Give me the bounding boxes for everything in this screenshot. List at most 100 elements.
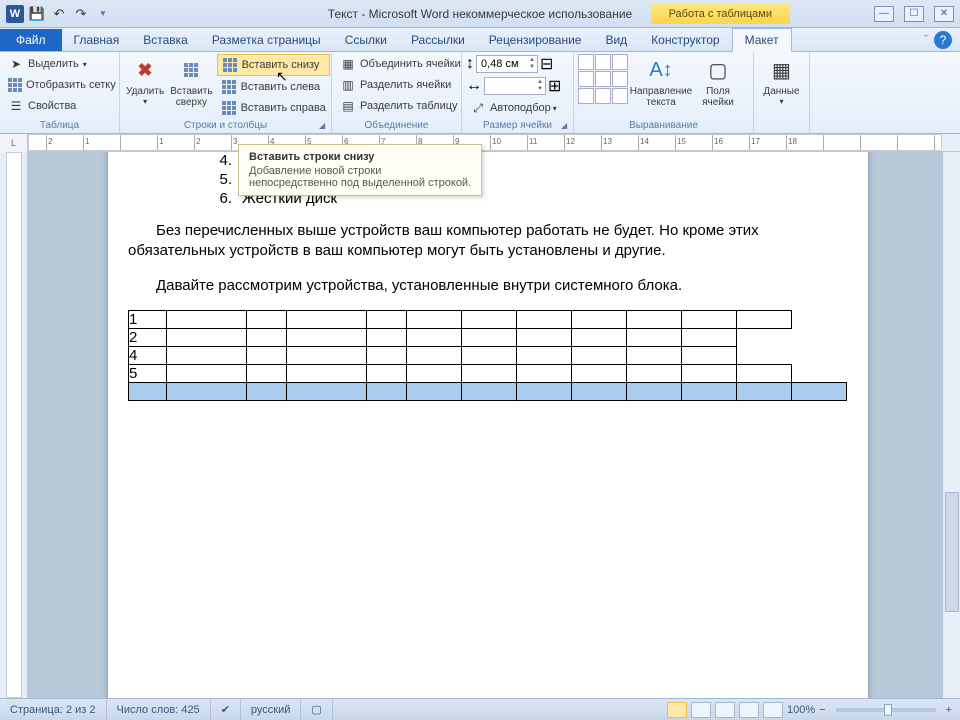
tab-references[interactable]: Ссылки [333,29,399,51]
table-row[interactable]: 1 [129,310,847,328]
insert-left-button[interactable]: Вставить слева [217,77,330,97]
status-word-count[interactable]: Число слов: 425 [107,699,211,720]
macro-record-icon: ▢ [311,703,321,716]
delete-button[interactable]: ✖Удалить▾ [124,54,166,108]
tab-view[interactable]: Вид [593,29,639,51]
redo-icon[interactable]: ↷ [72,5,90,23]
insert-above-button[interactable]: Вставить сверху [168,54,214,110]
insert-below-icon [222,57,238,73]
text-direction-icon: A↕ [645,56,677,84]
tab-page-layout[interactable]: Разметка страницы [200,29,333,51]
status-language[interactable]: русский [241,699,301,720]
maximize-button[interactable]: ☐ [904,6,924,22]
status-macro[interactable]: ▢ [301,699,332,720]
group-label-data [758,118,805,133]
undo-icon[interactable]: ↶ [50,5,68,23]
zoom-out-button[interactable]: − [819,704,825,716]
vertical-scrollbar[interactable] [942,152,960,698]
properties-icon: ☰ [8,98,24,114]
merge-cells-button[interactable]: ▦Объединить ячейки [336,54,465,74]
scrollbar-thumb[interactable] [945,492,959,612]
merge-icon: ▦ [340,56,356,72]
ribbon: ➤Выделить▾ Отобразить сетку ☰Свойства Та… [0,52,960,134]
vertical-ruler[interactable] [0,152,28,698]
qat-dropdown-icon[interactable]: ▼ [94,5,112,23]
group-label-rowscols: Строки и столбцы [124,118,327,133]
select-button[interactable]: ➤Выделить▾ [4,54,115,74]
group-label-table: Таблица [4,118,115,133]
paragraph-2: Давайте рассмотрим устройства, установле… [128,276,848,296]
data-button[interactable]: ▦Данные▾ [758,54,805,108]
zoom-level[interactable]: 100% [787,704,815,716]
table-row[interactable]: 5 [129,364,847,382]
tab-home[interactable]: Главная [62,29,132,51]
group-table: ➤Выделить▾ Отобразить сетку ☰Свойства Та… [0,52,120,133]
group-alignment: A↕Направление текста ▢Поля ячейки Выравн… [574,52,754,133]
ribbon-tab-bar: Файл Главная Вставка Разметка страницы С… [0,28,960,52]
insert-above-icon [175,56,207,84]
data-icon: ▦ [766,56,798,84]
minimize-button[interactable]: — [874,6,894,22]
zoom-in-button[interactable]: + [946,704,952,716]
insert-right-button[interactable]: Вставить справа [217,98,330,118]
grid-icon [8,77,22,93]
view-gridlines-button[interactable]: Отобразить сетку [4,75,115,95]
horizontal-ruler[interactable]: 121123456789101112131415161718 [28,134,942,151]
split-cells-icon: ▥ [340,77,356,93]
split-table-button[interactable]: ▤Разделить таблицу [336,96,465,116]
tab-design[interactable]: Конструктор [639,29,731,51]
tab-review[interactable]: Рецензирование [477,29,594,51]
autofit-icon: ⤢ [470,100,486,116]
col-width-input[interactable]: ▲▼ [484,77,546,95]
tab-mailings[interactable]: Рассылки [399,29,477,51]
insert-left-icon [221,79,237,95]
tab-layout[interactable]: Макет [732,28,792,52]
table-row[interactable]: 2 [129,328,847,346]
view-full-screen[interactable] [691,702,711,718]
table-row[interactable]: 4 [129,346,847,364]
status-page[interactable]: Страница: 2 из 2 [0,699,107,720]
view-draft[interactable] [763,702,783,718]
distribute-cols-icon[interactable]: ⊞ [548,76,561,96]
tab-file[interactable]: Файл [0,29,62,51]
close-button[interactable]: ✕ [934,6,954,22]
view-outline[interactable] [739,702,759,718]
document-area: 4.Видеокарта5.Звуковая карта6.Жесткий ди… [0,152,960,698]
view-web-layout[interactable] [715,702,735,718]
title-bar: W 💾 ↶ ↷ ▼ Текст - Microsoft Word некомме… [0,0,960,28]
ribbon-minimize-icon[interactable]: ˇ [924,34,928,46]
insert-below-button[interactable]: Вставить снизу [217,54,330,76]
group-cell-size: ↕ ▲▼ ⊟ ↔ ▲▼ ⊞ ⤢Автоподбор▾ Размер ячейки… [462,52,574,133]
page: 4.Видеокарта5.Звуковая карта6.Жесткий ди… [108,152,868,698]
row-height-icon: ↕ [466,55,474,73]
view-print-layout[interactable] [667,702,687,718]
status-proofing[interactable]: ✔ [211,699,241,720]
alignment-grid[interactable] [578,54,628,104]
document-table[interactable]: 1245 [128,310,847,401]
save-icon[interactable]: 💾 [28,5,46,23]
distribute-rows-icon[interactable]: ⊟ [540,54,553,74]
row-height-input[interactable]: ▲▼ [476,55,538,73]
insert-right-icon [221,100,237,116]
cursor-icon: ➤ [8,56,24,72]
cellsize-dialog-launcher[interactable]: ◢ [561,121,571,131]
group-rows-columns: ✖Удалить▾ Вставить сверху Вставить снизу… [120,52,332,133]
tab-insert[interactable]: Вставка [131,29,200,51]
autofit-button[interactable]: ⤢Автоподбор▾ [466,98,561,118]
properties-button[interactable]: ☰Свойства [4,96,115,116]
split-cells-button[interactable]: ▥Разделить ячейки [336,75,465,95]
zoom-slider[interactable] [836,708,936,712]
contextual-tab-label: Работа с таблицами [651,4,790,24]
text-direction-button[interactable]: A↕Направление текста [630,54,692,110]
page-viewport[interactable]: 4.Видеокарта5.Звуковая карта6.Жесткий ди… [28,152,942,698]
rowscols-dialog-launcher[interactable]: ◢ [319,121,329,131]
proofing-icon: ✔ [221,703,230,716]
table-row-selected[interactable] [129,382,847,400]
window-title: Текст - Microsoft Word некоммерческое ис… [328,7,632,21]
group-data: ▦Данные▾ [754,52,810,133]
quick-access-toolbar: W 💾 ↶ ↷ ▼ [0,5,112,23]
word-app-icon: W [6,5,24,23]
help-icon[interactable]: ? [934,31,952,49]
cell-margins-button[interactable]: ▢Поля ячейки [694,54,742,110]
ruler-corner[interactable]: L [0,134,28,152]
